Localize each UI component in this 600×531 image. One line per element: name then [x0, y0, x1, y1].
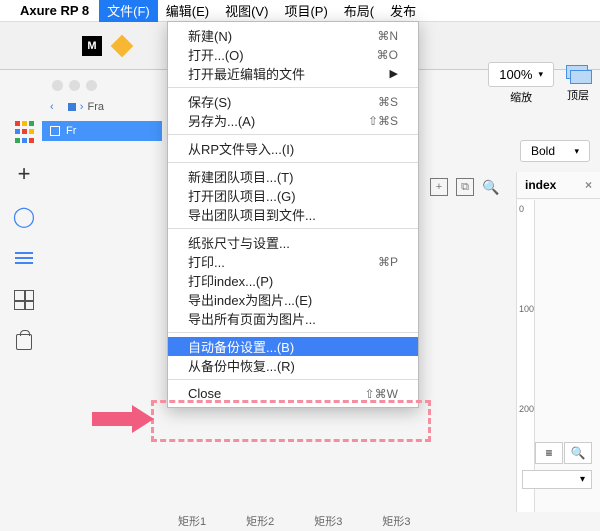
chevron-down-icon: ▾ [574, 146, 579, 157]
medium-icon[interactable]: M [82, 36, 102, 56]
window-controls[interactable] [52, 80, 162, 91]
chevron-down-icon: ▾ [538, 69, 543, 80]
annotation-arrow-icon [92, 412, 132, 426]
submenu-arrow-icon: ▶ [390, 67, 398, 80]
bag-icon[interactable] [12, 330, 36, 354]
shape-label: 矩形3 [382, 513, 410, 529]
font-weight-value: Bold [531, 144, 555, 158]
menu-lines-icon[interactable] [12, 246, 36, 270]
menu-separator [168, 134, 418, 135]
menu-separator [168, 228, 418, 229]
bottom-shapes-row: 矩形1 矩形2 矩形3 矩形3 [178, 513, 411, 529]
zoom-select[interactable]: 100% ▾ [488, 62, 554, 87]
breadcrumb-item: Fra [87, 101, 104, 113]
menu-open-recent[interactable]: 打开最近编辑的文件▶ [168, 64, 418, 83]
menu-new-team[interactable]: 新建团队项目...(T) [168, 167, 418, 186]
close-icon[interactable]: × [585, 178, 592, 192]
mac-menubar: Axure RP 8 文件(F) 编辑(E) 视图(V) 项目(P) 布局( 发… [0, 0, 600, 22]
ruler-tick: 0 [519, 204, 524, 214]
layers-icon [566, 65, 590, 83]
menu-file[interactable]: 文件(F) [99, 0, 158, 22]
menu-edit[interactable]: 编辑(E) [158, 0, 217, 22]
breadcrumb[interactable]: ‹ › Fra [50, 101, 154, 113]
left-toolbar: + ◯ [6, 120, 42, 354]
shape-label: 矩形2 [246, 513, 274, 529]
right-tools: 100% ▾ 缩放 顶层 [488, 62, 590, 105]
menu-export-index-img[interactable]: 导出index为图片...(E) [168, 290, 418, 309]
mid-icon-group: + ⧉ 🔍 [430, 178, 500, 196]
menu-export-all-img[interactable]: 导出所有页面为图片... [168, 309, 418, 328]
menu-publish[interactable]: 发布 [382, 0, 424, 22]
app-name: Axure RP 8 [20, 3, 89, 18]
menu-close[interactable]: Close⇧⌘W [168, 384, 418, 403]
search-view-button[interactable]: 🔍 [564, 442, 592, 464]
frame-item[interactable]: Fr [42, 121, 162, 141]
dropdown-small[interactable]: ▾ [522, 470, 592, 489]
zoom-label: 缩放 [510, 89, 532, 105]
menu-separator [168, 332, 418, 333]
menu-separator [168, 162, 418, 163]
close-dot-icon[interactable] [52, 80, 63, 91]
menu-separator [168, 87, 418, 88]
frame-label: Fr [66, 125, 76, 137]
plus-icon[interactable]: + [12, 162, 36, 186]
page-icon [68, 103, 76, 111]
menu-export-team[interactable]: 导出团队项目到文件... [168, 205, 418, 224]
zoom-value: 100% [499, 67, 532, 82]
circle-o-icon[interactable]: ◯ [12, 204, 36, 228]
left-panel: ‹ › Fra Fr [42, 80, 162, 141]
search-icon[interactable]: 🔍 [482, 178, 500, 196]
menu-layout[interactable]: 布局( [336, 0, 382, 22]
file-menu-dropdown: 新建(N)⌘N 打开...(O)⌘O 打开最近编辑的文件▶ 保存(S)⌘S 另存… [167, 21, 419, 408]
frame-icon [50, 126, 60, 136]
shape-label: 矩形1 [178, 513, 206, 529]
font-weight-select[interactable]: Bold ▾ [520, 140, 590, 162]
menu-import-rp[interactable]: 从RP文件导入...(I) [168, 139, 418, 158]
minimize-dot-icon[interactable] [69, 80, 80, 91]
sketch-icon[interactable] [111, 34, 134, 57]
menu-auto-backup-settings[interactable]: 自动备份设置...(B) [168, 337, 418, 356]
maximize-dot-icon[interactable] [86, 80, 97, 91]
index-title: index [525, 178, 556, 192]
menu-new[interactable]: 新建(N)⌘N [168, 26, 418, 45]
menu-open-team[interactable]: 打开团队项目...(G) [168, 186, 418, 205]
index-tab[interactable]: index × [517, 172, 600, 199]
font-weight-row: Bold ▾ [520, 140, 590, 162]
menu-view[interactable]: 视图(V) [217, 0, 276, 22]
menu-separator [168, 379, 418, 380]
menu-open[interactable]: 打开...(O)⌘O [168, 45, 418, 64]
menu-print[interactable]: 打印...⌘P [168, 252, 418, 271]
menu-project[interactable]: 项目(P) [276, 0, 335, 22]
menu-save[interactable]: 保存(S)⌘S [168, 92, 418, 111]
chevron-left-icon: ‹ [50, 101, 54, 113]
view-toggle: ≡ 🔍 [535, 442, 592, 464]
vertical-ruler: 0 100 200 [517, 200, 535, 512]
menu-save-as[interactable]: 另存为...(A)⇧⌘S [168, 111, 418, 130]
menu-paper-size[interactable]: 纸张尺寸与设置... [168, 233, 418, 252]
menu-print-index[interactable]: 打印index...(P) [168, 271, 418, 290]
ruler-tick: 100 [519, 304, 534, 314]
layer-button[interactable]: 顶层 [566, 65, 590, 103]
list-view-button[interactable]: ≡ [535, 442, 563, 464]
duplicate-icon[interactable]: ⧉ [456, 178, 474, 196]
grid-2x2-icon[interactable] [12, 288, 36, 312]
layer-label: 顶层 [567, 87, 589, 103]
menu-restore-backup[interactable]: 从备份中恢复...(R) [168, 356, 418, 375]
chevron-right-icon: › [80, 101, 84, 113]
add-box-icon[interactable]: + [430, 178, 448, 196]
grid-apps-icon[interactable] [12, 120, 36, 144]
shape-label: 矩形3 [314, 513, 342, 529]
ruler-tick: 200 [519, 404, 534, 414]
